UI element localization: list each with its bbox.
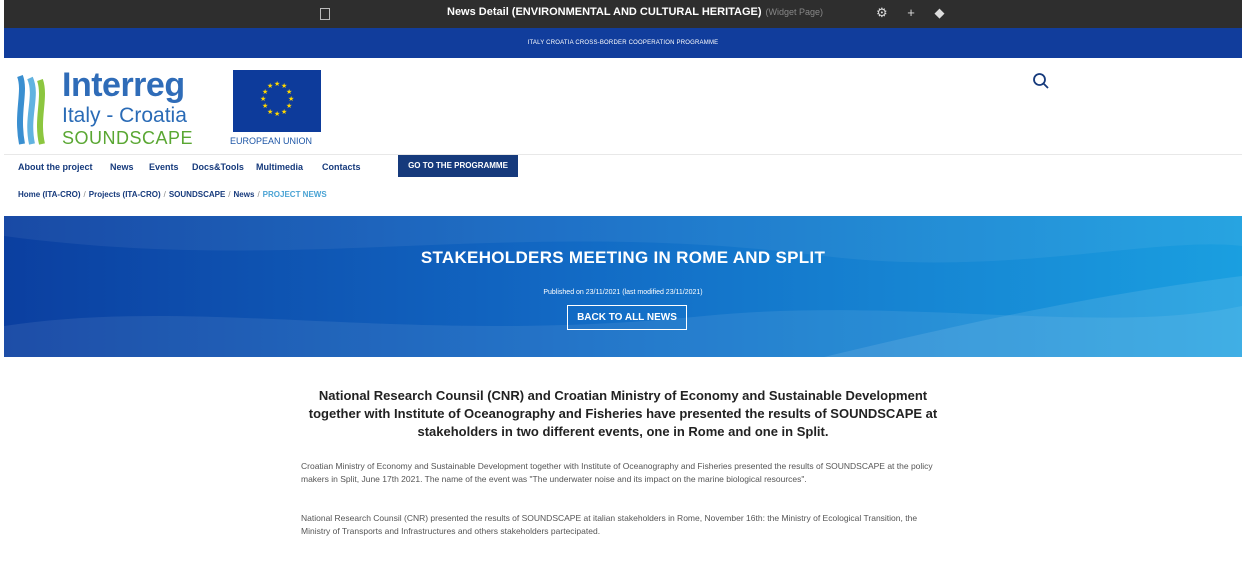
published-date: Published on 23/11/2021 (last modified 2… [543, 289, 703, 296]
admin-bar: News Detail (ENVIRONMENTAL AND CULTURAL … [4, 0, 1242, 28]
breadcrumb-current: PROJECT NEWS [262, 190, 327, 199]
programme-bar[interactable]: ITALY CROATIA CROSS-BORDER COOPERATION P… [4, 28, 1242, 58]
breadcrumb-separator: / [228, 190, 231, 199]
nav-item-docs-tools[interactable]: Docs&Tools [192, 162, 244, 172]
logo-interreg-text: Interreg [62, 66, 185, 104]
go-to-programme-button[interactable]: GO TO THE PROGRAMME [398, 155, 518, 177]
svg-text:★: ★ [274, 80, 280, 88]
article-heading: National Research Counsil (CNR) and Croa… [308, 388, 938, 439]
admin-tools[interactable]: ⚙ + ◆ [876, 5, 952, 21]
breadcrumb-separator: / [163, 190, 166, 199]
logo-italy-croatia-text: Italy - Croatia [62, 104, 187, 127]
article-paragraph: National Research Counsil (CNR) presente… [301, 513, 918, 536]
breadcrumb-item-news[interactable]: News [234, 190, 255, 199]
site-header: Interreg Italy - Croatia SOUNDSCAPE ★ ★ … [4, 58, 1242, 154]
admin-page-title: News Detail (ENVIRONMENTAL AND CULTURAL … [447, 6, 823, 18]
logo-project-text: SOUNDSCAPE [62, 128, 194, 148]
nav-item-multimedia[interactable]: Multimedia [256, 162, 303, 172]
admin-title-text: News Detail (ENVIRONMENTAL AND CULTURAL … [447, 6, 762, 18]
svg-text:★: ★ [274, 110, 280, 118]
svg-text:★: ★ [262, 102, 268, 110]
nav-item-news[interactable]: News [110, 162, 134, 172]
page-icon[interactable] [320, 8, 330, 20]
breadcrumb-item-soundscape[interactable]: SOUNDSCAPE [169, 190, 225, 199]
breadcrumb-separator: / [83, 190, 86, 199]
admin-subtitle: (Widget Page) [765, 7, 824, 17]
hero-banner: STAKEHOLDERS MEETING IN ROME AND SPLIT P… [4, 216, 1242, 357]
article-paragraph: Croatian Ministry of Economy and Sustain… [301, 461, 933, 484]
breadcrumb-separator: / [257, 190, 260, 199]
search-icon[interactable] [1032, 72, 1050, 90]
nav-item-contacts[interactable]: Contacts [322, 162, 361, 172]
eu-label: EUROPEAN UNION [230, 136, 313, 146]
svg-text:★: ★ [281, 108, 287, 116]
logo-waves-icon [17, 74, 45, 145]
svg-text:★: ★ [260, 95, 266, 103]
nav-item-about[interactable]: About the project [18, 162, 93, 172]
back-to-all-news-button[interactable]: BACK TO ALL NEWS [567, 305, 687, 330]
svg-text:★: ★ [267, 82, 273, 90]
hero-waves-decoration [4, 216, 1242, 357]
project-logo[interactable]: Interreg Italy - Croatia SOUNDSCAPE [16, 66, 216, 150]
eu-flag-icon: ★ ★ ★ ★ ★ ★ ★ ★ ★ ★ ★ ★ [233, 70, 321, 132]
breadcrumb-item-projects[interactable]: Projects (ITA-CRO) [89, 190, 161, 199]
breadcrumb: Home (ITA-CRO) / Projects (ITA-CRO) / SOUNDS… [18, 190, 327, 199]
breadcrumb-item-home[interactable]: Home (ITA-CRO) [18, 190, 81, 199]
header-divider [4, 154, 1242, 155]
page-title: STAKEHOLDERS MEETING IN ROME AND SPLIT [420, 248, 826, 267]
nav-item-events[interactable]: Events [149, 162, 179, 172]
